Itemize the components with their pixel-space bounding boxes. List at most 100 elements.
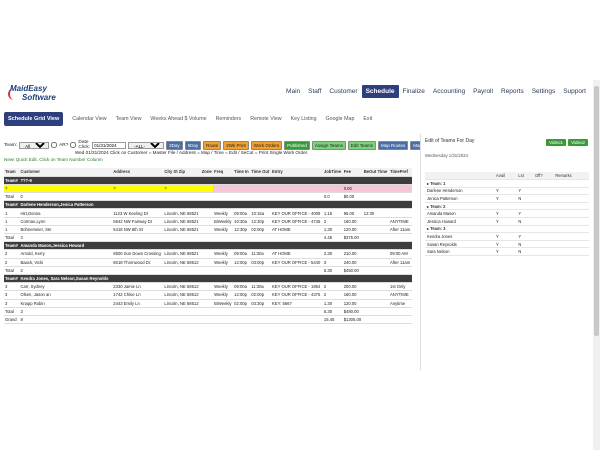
cell-team[interactable]: 3 [4,282,20,292]
teams-cell-lst[interactable]: N [516,247,533,257]
2wk-print-button[interactable]: 2Wk Print [223,140,249,150]
teams-cell-avail[interactable]: Y [494,247,517,257]
cell-team[interactable]: 3 [4,290,20,300]
teams-cell-lst[interactable]: N [516,194,533,203]
col-address[interactable]: Address [112,168,164,177]
cell-beout-time[interactable] [362,225,390,235]
cell-customer[interactable]: Hirt,Donna [19,208,113,218]
work-orders-button[interactable]: Work Orders [250,140,283,150]
cell-team[interactable]: 1 [4,208,20,218]
cell-customer[interactable]: Baack, Vicki [19,258,113,267]
col-city-st-zip[interactable]: City St Zip [163,168,201,177]
teams-cell-lst[interactable]: Y [516,209,533,219]
all-select[interactable]: -ALL- [128,141,165,149]
subnav-weeks-ahead-volume[interactable]: Weeks Ahead $ Volume [150,116,206,122]
nav-finalize[interactable]: Finalize [399,85,429,98]
team-member-row[interactable]: Darlene Henderson Y Y [425,187,589,196]
cell-team[interactable]: 3 [4,299,20,308]
col-timepref[interactable]: TimePref [389,168,412,177]
table-row[interactable]: 1 Bohnemeier, Ste 5418 NW 8th St Lincoln, N… [4,225,412,235]
subnav-reminders[interactable]: Reminders [216,116,242,122]
maideasy-logo[interactable]: MaidEasy Software [8,84,68,106]
cell-beout-time[interactable] [362,290,390,300]
team-group-row[interactable]: ▸ Team: 1 [425,179,589,188]
cell-customer[interactable]: Olsen, Jason an [19,290,113,300]
cell-beout-time[interactable] [362,249,390,259]
teams-cell-avail[interactable]: Y [494,240,517,249]
subnav-key-listing[interactable]: Key Listing [291,116,317,122]
col-entry[interactable]: Entry [270,168,323,177]
col-fee[interactable]: Fee [342,168,363,177]
schedule-grid-view-button[interactable]: Schedule Grid View [4,112,64,126]
cell-customer[interactable]: Carr, Sydney [19,282,113,292]
col-time-in[interactable]: Time In [233,168,251,177]
cell-beout-time[interactable] [362,258,390,267]
teams-cell-off[interactable] [532,240,554,249]
table-row[interactable]: 1 Hirt,Donna 1123 W Keeling Dr Lincoln, NE … [4,208,412,218]
table-row[interactable]: 3 Carr, Sydney 2330 Jamie Ln Lincoln, NE 68… [4,282,412,292]
teams-cell-avail[interactable]: Y [494,232,517,241]
cell-customer[interactable]: Knapp Robin [19,299,113,308]
team-select[interactable]: All [19,141,50,149]
cell-address[interactable]: 2330 Jamie Ln [112,282,164,292]
subnav-remote-view[interactable]: Remote View [250,116,281,122]
cell-address[interactable]: 8500 Sun Down Crossing [112,249,164,259]
cell-beout-time[interactable] [362,282,390,292]
cell-time-in[interactable]: 09:00a [233,282,251,292]
date-click-checkbox[interactable] [70,142,77,148]
cell-time-in[interactable]: 12:00p [233,258,251,267]
teams-cell-off[interactable] [532,217,554,226]
teams-cell-lst[interactable]: N [516,217,533,226]
cell-time-in[interactable]: 09:00a [233,249,251,259]
cell-team[interactable]: 2 [4,249,20,259]
col-customer[interactable]: Customer [19,168,113,177]
team-group-row[interactable]: ▸ Team: 3 [425,225,589,234]
col-time-out[interactable]: Time Out [250,168,271,177]
cell-time-in[interactable]: 02:00p [233,299,251,308]
cell-address[interactable]: 1123 W Keeling Dr [112,208,164,218]
scrollbar-thumb[interactable] [594,86,599,336]
5day-button[interactable]: 5Day [184,140,202,150]
team-member-row[interactable]: Susan Reynolds Y N [425,240,589,249]
3day-button[interactable]: 3Day [166,140,183,150]
table-row[interactable]: 2 Baack, Vicki 8018 Thornwood Dr. Lincoln, … [4,258,412,267]
published-button[interactable]: Published [284,140,310,150]
cell-address[interactable]: 8018 Thornwood Dr. [112,258,164,267]
table-row[interactable]: 3 Olsen, Jason an 1742 Chloe Ln Lincoln, NE… [4,290,412,300]
nav-reports[interactable]: Reports [497,85,528,98]
teams-cell-off[interactable] [532,187,554,196]
cell-team[interactable]: 1 [4,225,20,235]
nav-support[interactable]: Support [559,85,590,98]
cell-beout-time[interactable]: 12:30 [362,208,390,218]
col-jobtime[interactable]: JobTime [322,168,343,177]
team-member-row[interactable]: Sara Nelson Y N [425,247,589,257]
subnav-calendar-view[interactable]: Calendar View [72,116,106,122]
teams-cell-off[interactable] [532,194,554,203]
cell-address[interactable]: 5542 NW Fairway Dr [112,217,164,226]
teams-cell-off[interactable] [532,232,554,241]
teams-cell-avail[interactable]: Y [494,209,517,219]
teams-cell-avail[interactable]: Y [494,217,517,226]
cell-customer[interactable]: Bohnemeier, Ste [19,225,113,235]
cell-address[interactable]: 2443 Emily Ln [112,299,164,308]
cell-time-in[interactable]: 12:00p [233,290,251,300]
nav-payroll[interactable]: Payroll [469,85,497,98]
team-member-row[interactable]: Amanda Mason Y Y [425,209,589,219]
cell-team[interactable]: 1 [4,217,20,226]
nav-main[interactable]: Main [282,85,304,98]
video1-button[interactable]: Video1 [546,139,567,146]
assign-teams-button[interactable]: Assign Teams [311,140,346,150]
nav-accounting[interactable]: Accounting [429,85,469,98]
cell-address[interactable]: 1742 Chloe Ln [112,290,164,300]
team-member-row[interactable]: Jenica Patterson Y N [425,194,589,203]
table-row[interactable]: 3 Knapp Robin 2443 Emily Ln Lincoln, NE 685… [4,299,412,308]
teams-cell-avail[interactable]: Y [494,187,517,196]
team-member-row[interactable]: Jessica Howard Y N [425,217,589,226]
nav-staff[interactable]: Staff [304,85,325,98]
subnav-google-map[interactable]: Google Map [326,116,355,122]
cell-team[interactable]: 2 [4,258,20,267]
route-button[interactable]: Route [203,140,222,150]
team-group-row[interactable]: ▸ Team: 2 [425,202,589,211]
team-member-row[interactable]: Kendra Jones Y Y [425,232,589,241]
table-row[interactable]: 1 Corman,Lynn 5542 NW Fairway Dr Lincoln, N… [4,217,412,226]
